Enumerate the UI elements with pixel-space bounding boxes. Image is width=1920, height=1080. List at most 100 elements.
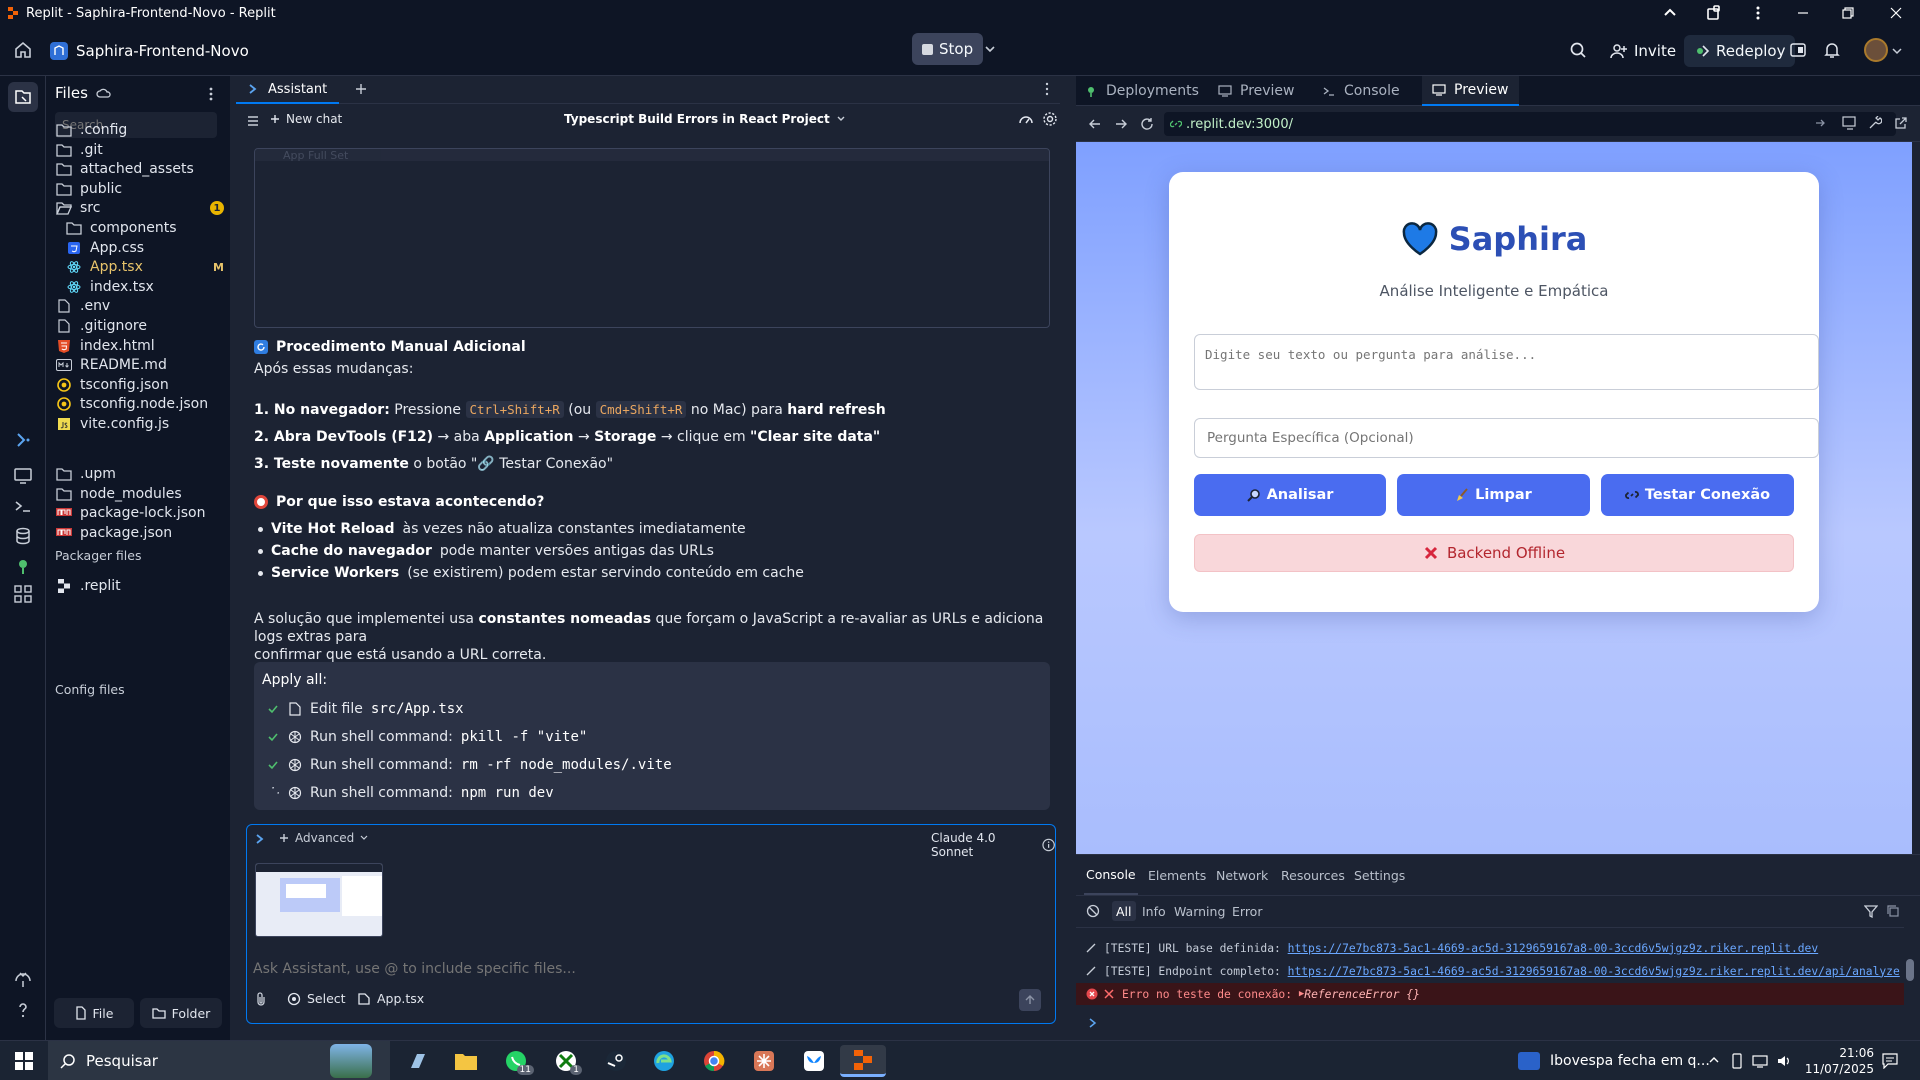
- devtools-tab-elements[interactable]: Elements: [1148, 855, 1206, 895]
- panel-menu-icon[interactable]: [1044, 82, 1050, 96]
- help-icon[interactable]: [13, 1000, 33, 1020]
- close-button[interactable]: [1890, 0, 1902, 26]
- taskbar-app-whatsapp[interactable]: 11: [496, 1045, 536, 1077]
- assistant-prompt-input[interactable]: [253, 957, 1043, 981]
- attach-paperclip-icon[interactable]: [255, 991, 267, 1007]
- agent-icon[interactable]: [13, 430, 33, 450]
- apply-step[interactable]: Run shell command: rm -rf node_modules/.…: [266, 754, 672, 776]
- taskbar-app-notes[interactable]: [398, 1045, 438, 1077]
- devtools-tab-network[interactable]: Network: [1216, 855, 1268, 895]
- code-snippet-block[interactable]: App Full Set: [254, 148, 1050, 328]
- search-icon[interactable]: [1569, 41, 1587, 59]
- devtools-tab-console[interactable]: Console: [1084, 855, 1138, 895]
- send-button[interactable]: [1019, 989, 1041, 1011]
- file-item-replit[interactable]: .replit: [56, 574, 224, 598]
- console-log-1-link[interactable]: https://7e7bc873-5ac1-4669-ac5d-31296591…: [1288, 942, 1819, 955]
- model-selector[interactable]: Claude 4.0 Sonnet: [931, 831, 1055, 859]
- open-arrow-icon[interactable]: [1814, 117, 1826, 129]
- network-icon[interactable]: [1752, 1053, 1768, 1069]
- bug-icon[interactable]: [13, 970, 33, 990]
- notifications-icon[interactable]: [1882, 1053, 1898, 1069]
- new-folder-button[interactable]: Folder: [140, 998, 222, 1028]
- filter-warning[interactable]: Warning: [1174, 897, 1225, 925]
- volume-icon[interactable]: [1776, 1053, 1792, 1069]
- filter-funnel-icon[interactable]: [1864, 897, 1878, 925]
- restore-button[interactable]: [1842, 0, 1854, 26]
- settings-gear-icon[interactable]: [1042, 111, 1058, 127]
- chat-title-dropdown[interactable]: Typescript Build Errors in React Project: [564, 112, 846, 126]
- preview-scrollbar[interactable]: [1912, 142, 1920, 854]
- news-widget[interactable]: Ibovespa fecha em q...: [1518, 1041, 1710, 1080]
- taskbar-app-steam[interactable]: [596, 1045, 636, 1077]
- database-icon[interactable]: [13, 526, 33, 546]
- devtools-tab-settings[interactable]: Settings: [1354, 855, 1405, 895]
- add-tab-icon[interactable]: [354, 82, 368, 96]
- devtools-wrench-icon[interactable]: [1868, 116, 1882, 130]
- new-chat-button[interactable]: New chat: [270, 112, 342, 126]
- redeploy-button[interactable]: Redeploy: [1684, 35, 1796, 67]
- preview-tool-icon[interactable]: [13, 466, 33, 486]
- stop-button[interactable]: Stop: [912, 33, 984, 65]
- file-item-package-json[interactable]: package.json: [56, 521, 224, 545]
- taskbar-app-file-explorer[interactable]: [446, 1045, 486, 1077]
- external-link-icon[interactable]: [1894, 116, 1908, 130]
- device-icon[interactable]: [1842, 116, 1858, 130]
- tab-preview-1[interactable]: Preview: [1218, 76, 1295, 106]
- file-item-vite-config-js[interactable]: vite.config.js: [56, 412, 224, 436]
- new-file-button[interactable]: File: [54, 998, 134, 1028]
- user-avatar[interactable]: [1864, 38, 1888, 62]
- taskbar-app-xbox[interactable]: 1: [546, 1045, 586, 1077]
- filter-all[interactable]: All: [1112, 901, 1136, 921]
- advanced-toggle[interactable]: Advanced: [279, 831, 368, 845]
- apply-step[interactable]: Run shell command: npm run dev: [266, 782, 554, 804]
- project-switcher[interactable]: Saphira-Frontend-Novo: [50, 35, 249, 67]
- taskbar-clock[interactable]: 21:06 11/07/2025: [1800, 1045, 1874, 1077]
- console-scrollbar[interactable]: [1904, 935, 1916, 1019]
- taskbar-app-replit[interactable]: [840, 1045, 886, 1077]
- tray-device-icon[interactable]: [1730, 1053, 1744, 1069]
- windows-start-icon[interactable]: [4, 1045, 44, 1077]
- context-file-chip[interactable]: App.tsx: [357, 991, 424, 1006]
- reload-icon[interactable]: [1140, 117, 1154, 131]
- specific-question-input[interactable]: [1194, 418, 1819, 458]
- taskbar-app-claude[interactable]: [744, 1045, 784, 1077]
- tab-console[interactable]: Console: [1322, 76, 1400, 106]
- console-error-1-detail[interactable]: ReferenceError {}: [1304, 988, 1420, 1001]
- attached-screenshot-thumbnail[interactable]: [255, 863, 383, 937]
- copy-icon[interactable]: [1886, 897, 1900, 925]
- analyze-button[interactable]: Analisar: [1194, 474, 1386, 516]
- taskbar-app-chrome[interactable]: [694, 1045, 734, 1077]
- devtools-tab-resources[interactable]: Resources: [1281, 855, 1345, 895]
- filter-info[interactable]: Info: [1142, 897, 1166, 925]
- tray-chevron-icon[interactable]: [1708, 1055, 1720, 1065]
- forward-arrow-icon[interactable]: [1114, 117, 1128, 131]
- console-prompt-icon[interactable]: [1088, 1017, 1098, 1029]
- home-icon[interactable]: [14, 41, 32, 59]
- tab-assistant[interactable]: Assistant: [236, 76, 340, 104]
- files-menu-icon[interactable]: [206, 86, 216, 102]
- console-tool-icon[interactable]: [13, 496, 33, 516]
- analysis-textarea[interactable]: [1194, 334, 1819, 390]
- minimize-button[interactable]: [1797, 0, 1809, 26]
- apply-step[interactable]: Run shell command: pkill -f "vite": [266, 726, 587, 748]
- files-tool-button[interactable]: [8, 82, 38, 112]
- tab-deployments[interactable]: Deployments: [1084, 76, 1199, 106]
- back-arrow-icon[interactable]: [1088, 117, 1102, 131]
- test-connection-button[interactable]: Testar Conexão: [1601, 474, 1794, 516]
- shell-icon[interactable]: [1790, 42, 1806, 58]
- console-log-2-link[interactable]: https://7e7bc873-5ac1-4669-ac5d-31296591…: [1288, 965, 1900, 978]
- clear-console-icon[interactable]: [1086, 897, 1100, 925]
- avatar-chevron-icon[interactable]: [1892, 46, 1902, 56]
- select-element-button[interactable]: Select: [287, 991, 346, 1006]
- chat-list-icon[interactable]: [246, 114, 260, 128]
- url-field[interactable]: .replit.dev:3000/: [1164, 112, 1896, 136]
- chevron-down-icon[interactable]: [984, 43, 996, 55]
- taskbar-app-bluesky[interactable]: [794, 1045, 834, 1077]
- chevron-up-icon[interactable]: [1662, 0, 1678, 26]
- deployments-tool-icon[interactable]: [13, 556, 33, 576]
- more-vertical-icon[interactable]: [1750, 0, 1766, 26]
- clear-button[interactable]: Limpar: [1397, 474, 1590, 516]
- taskbar-app-edge[interactable]: [644, 1045, 684, 1077]
- filter-error[interactable]: Error: [1232, 897, 1262, 925]
- tab-preview-2[interactable]: Preview: [1422, 76, 1519, 106]
